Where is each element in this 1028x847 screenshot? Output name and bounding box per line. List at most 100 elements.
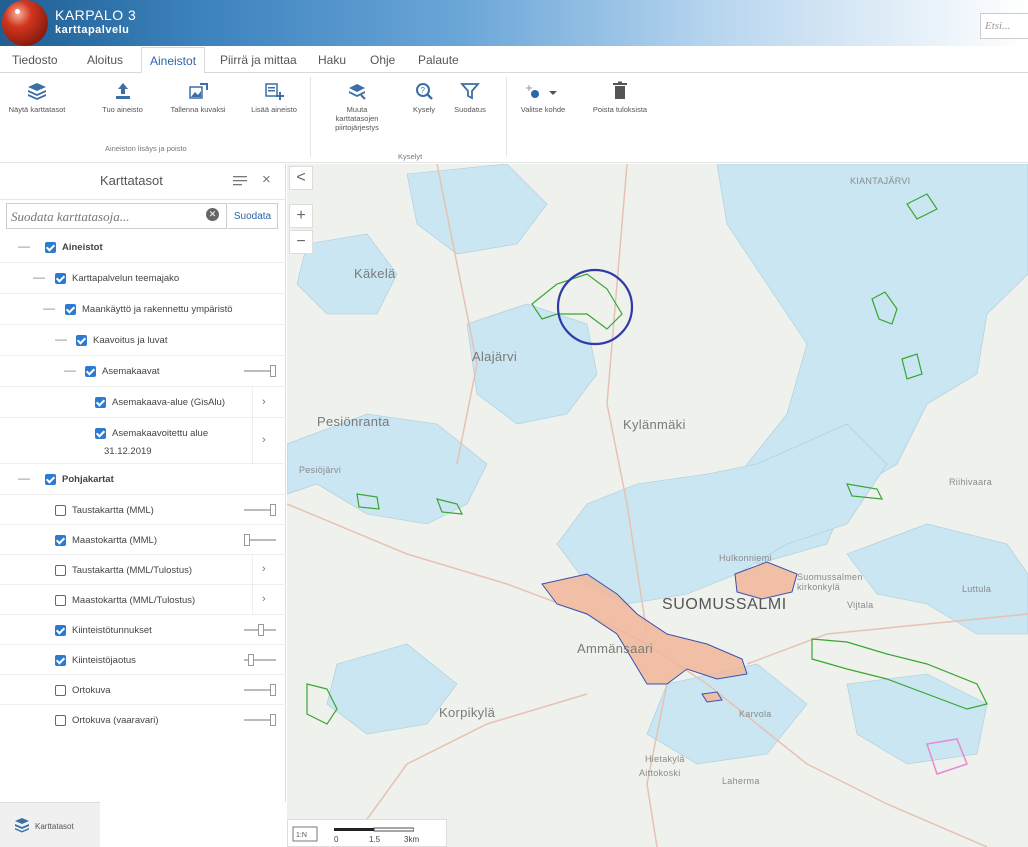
map-canvas[interactable] bbox=[287, 164, 1028, 847]
layers-panel: Karttatasot × Suodata karttatasoja... ✕ … bbox=[0, 164, 286, 847]
tab-tiedosto[interactable]: Tiedosto bbox=[12, 47, 58, 73]
remove-from-results-button[interactable]: Poista tuloksista bbox=[585, 81, 655, 114]
layer-checkbox[interactable] bbox=[45, 474, 56, 485]
opacity-slider[interactable] bbox=[244, 624, 276, 636]
zoom-out-button[interactable]: − bbox=[289, 230, 313, 254]
place-label: Karvola bbox=[739, 709, 772, 719]
layer-checkbox[interactable] bbox=[85, 366, 96, 377]
global-search-input[interactable]: Etsi... bbox=[980, 13, 1028, 39]
layer-row-pohjakartat[interactable]: — Pohjakartat bbox=[0, 464, 286, 495]
place-label: SUOMUSSALMI bbox=[662, 596, 787, 613]
scale-toggle-icon[interactable]: 1:N bbox=[292, 826, 318, 842]
place-label: Pesiöjärvi bbox=[299, 465, 342, 475]
layer-row-taustakartta[interactable]: Taustakartta (MML) bbox=[0, 495, 286, 525]
layer-checkbox[interactable] bbox=[55, 565, 66, 576]
layer-checkbox[interactable] bbox=[95, 428, 106, 439]
reorder-layers-icon bbox=[349, 84, 366, 100]
layer-row-maankaytto[interactable]: — Maankäyttö ja rakennettu ympäristö bbox=[0, 294, 286, 325]
place-label: Kylänmäki bbox=[623, 417, 686, 432]
layer-row-maastokartta-tulostus[interactable]: Maastokartta (MML/Tulostus) › bbox=[0, 585, 286, 615]
tab-ohje[interactable]: Ohje bbox=[370, 47, 395, 73]
layer-row-ortokuva-vaaravari[interactable]: Ortokuva (vaaravari) bbox=[0, 705, 286, 735]
collapse-icon[interactable]: — bbox=[33, 270, 45, 284]
import-data-button[interactable]: Tuo aineisto bbox=[100, 81, 145, 114]
layer-row-aineistot[interactable]: — Aineistot bbox=[0, 232, 286, 263]
filter-icon bbox=[460, 83, 480, 100]
map-view[interactable]: < + − Käkelä Alajärvi Pesiönranta Kylänm… bbox=[287, 164, 1028, 847]
layer-row-maastokartta[interactable]: Maastokartta (MML) bbox=[0, 525, 286, 555]
row-divider bbox=[252, 387, 253, 418]
layer-checkbox[interactable] bbox=[55, 535, 66, 546]
layer-row-taustakartta-tulostus[interactable]: Taustakartta (MML/Tulostus) › bbox=[0, 555, 286, 585]
tab-piirra-ja-mittaa[interactable]: Piirrä ja mittaa bbox=[220, 47, 297, 73]
collapse-icon[interactable]: — bbox=[55, 332, 67, 346]
show-layers-button[interactable]: Näytä karttatasot bbox=[4, 81, 70, 114]
layer-checkbox[interactable] bbox=[55, 625, 66, 636]
collapse-icon[interactable]: — bbox=[18, 471, 30, 485]
layer-checkbox[interactable] bbox=[45, 242, 56, 253]
layer-checkbox[interactable] bbox=[55, 273, 66, 284]
layer-row-kaavoitus[interactable]: — Kaavoitus ja luvat bbox=[0, 325, 286, 356]
chevron-right-icon[interactable]: › bbox=[262, 563, 266, 575]
layer-row-kiinteistojaotus[interactable]: Kiinteistöjaotus bbox=[0, 645, 286, 675]
layer-row-asemakaavoitettu[interactable]: Asemakaavoitettu alue 31.12.2019 › bbox=[0, 418, 286, 464]
scale-tick: 3km bbox=[404, 835, 420, 844]
place-label: Luttula bbox=[962, 584, 992, 594]
close-icon[interactable]: × bbox=[262, 171, 271, 188]
list-menu-icon[interactable] bbox=[233, 175, 247, 187]
layer-checkbox[interactable] bbox=[76, 335, 87, 346]
tab-palaute[interactable]: Palaute bbox=[418, 47, 459, 73]
collapse-icon[interactable]: — bbox=[64, 363, 76, 377]
layers-panel-title: Karttatasot bbox=[100, 173, 163, 188]
tab-aineistot[interactable]: Aineistot bbox=[141, 47, 206, 74]
layer-checkbox[interactable] bbox=[95, 397, 106, 408]
opacity-slider[interactable] bbox=[244, 534, 276, 546]
svg-text:?: ? bbox=[421, 86, 426, 95]
chevron-right-icon[interactable]: › bbox=[262, 434, 266, 446]
zoom-in-button[interactable]: + bbox=[289, 204, 313, 228]
row-divider bbox=[252, 555, 253, 585]
layer-row-teemajako[interactable]: — Karttapalvelun teemajako bbox=[0, 263, 286, 294]
query-button[interactable]: ? Kysely bbox=[405, 81, 443, 114]
layer-row-asemakaavat[interactable]: — Asemakaavat bbox=[0, 356, 286, 387]
layer-checkbox[interactable] bbox=[65, 304, 76, 315]
opacity-slider[interactable] bbox=[244, 714, 276, 726]
app-subtitle: karttapalvelu bbox=[55, 24, 130, 36]
layer-checkbox[interactable] bbox=[55, 505, 66, 516]
scale-bar: 1:N 0 1.5 3km bbox=[287, 819, 447, 847]
select-feature-button[interactable]: Valitse kohde bbox=[513, 81, 573, 114]
layer-checkbox[interactable] bbox=[55, 715, 66, 726]
place-label: Hietakylä bbox=[645, 754, 685, 764]
collapse-icon[interactable]: — bbox=[43, 301, 55, 315]
layer-checkbox[interactable] bbox=[55, 685, 66, 696]
layer-checkbox[interactable] bbox=[55, 655, 66, 666]
collapse-panel-button[interactable]: < bbox=[289, 166, 313, 190]
layer-row-kiinteistotunnukset[interactable]: Kiinteistötunnukset bbox=[0, 615, 286, 645]
layer-row-ortokuva[interactable]: Ortokuva bbox=[0, 675, 286, 705]
layers-panel-header: Karttatasot × bbox=[0, 164, 286, 200]
opacity-slider[interactable] bbox=[244, 365, 276, 377]
save-as-image-button[interactable]: Tallenna kuvaksi bbox=[163, 81, 233, 114]
chevron-right-icon[interactable]: › bbox=[262, 396, 266, 408]
place-label: Suomussalmen kirkonkylä bbox=[797, 572, 863, 592]
layer-row-asemakaava-alue[interactable]: Asemakaava-alue (GisAlu) › bbox=[0, 387, 286, 418]
tab-aloitus[interactable]: Aloitus bbox=[87, 47, 123, 73]
reorder-layers-button[interactable]: Muuta karttatasojen piirtojärjestys bbox=[322, 81, 392, 132]
chevron-right-icon[interactable]: › bbox=[262, 593, 266, 605]
opacity-slider[interactable] bbox=[244, 504, 276, 516]
clear-filter-icon[interactable]: ✕ bbox=[206, 208, 219, 221]
layer-filter-input[interactable]: Suodata karttatasoja... bbox=[6, 203, 227, 229]
filter-layers-button[interactable]: Suodata bbox=[228, 203, 278, 229]
add-data-button[interactable]: Lisää aineisto bbox=[245, 81, 303, 114]
layers-footer-tab[interactable]: Karttatasot bbox=[0, 802, 100, 847]
ribbon-group-label-queries: Kyselyt bbox=[398, 152, 423, 161]
collapse-icon[interactable]: — bbox=[18, 239, 30, 253]
layers-icon bbox=[28, 83, 46, 100]
layer-checkbox[interactable] bbox=[55, 595, 66, 606]
place-label: KIANTAJÄRVI bbox=[850, 176, 911, 186]
opacity-slider[interactable] bbox=[244, 684, 276, 696]
filter-button[interactable]: Suodatus bbox=[450, 81, 490, 114]
opacity-slider[interactable] bbox=[244, 654, 276, 666]
row-divider bbox=[252, 585, 253, 615]
tab-haku[interactable]: Haku bbox=[318, 47, 346, 73]
